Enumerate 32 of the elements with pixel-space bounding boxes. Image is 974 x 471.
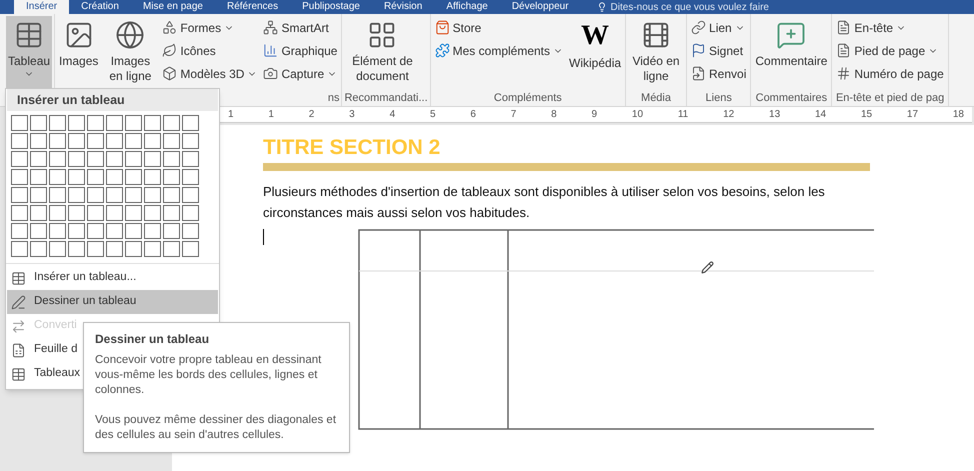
ruler-number: 1 — [228, 108, 234, 122]
ruler-number: 6 — [470, 108, 476, 122]
tooltip-text: Concevoir votre propre tableau en dessinant vous-même les bords des cellules, lignes et colonnes. — [95, 353, 322, 398]
ruler-number: 12 — [723, 108, 734, 122]
ruler-number: 3 — [349, 108, 355, 122]
ruler-number: 15 — [860, 108, 872, 122]
group-label: Recommandati... — [344, 92, 428, 104]
ruler-number: 11 — [678, 108, 688, 122]
ruler-number: 7 — [510, 108, 516, 122]
ruler-number: 18 — [952, 108, 964, 122]
ruler-number: 1 — [268, 108, 274, 122]
menu-title: Insérer un tableau — [7, 89, 218, 111]
group-label: En-tête et pied de pag — [836, 92, 944, 104]
ruler-number: 5 — [430, 108, 436, 122]
ruler-number: 8 — [551, 108, 557, 122]
body-paragraph: Plusieurs méthodes d'insertion de tableaux sont disponibles à utiliser selon vos besoins, selon les circonstances mais aussi selon vos habitudes. — [263, 183, 826, 222]
group-label: Commentaires — [756, 92, 828, 104]
section-heading: TITRE SECTION 2 — [263, 135, 442, 161]
ruler-number: 10 — [632, 108, 644, 122]
ruler-number: 9 — [592, 108, 598, 122]
ruler-number: 14 — [814, 108, 826, 122]
group-label: Compléments — [494, 92, 562, 104]
group-label: ns — [328, 92, 340, 104]
group-label: Média — [641, 92, 671, 104]
tooltip-title: Dessiner un tableau — [95, 331, 210, 348]
wiki-logo-icon: W — [581, 20, 610, 52]
tooltip-text: Vous pouvez même dessiner des diagonales et des cellules au sein d'autres cellules. — [95, 413, 338, 443]
ruler-number: 4 — [390, 108, 396, 122]
ruler-number: 13 — [769, 108, 780, 122]
ruler-number: 17 — [906, 108, 918, 122]
ruler-number: 2 — [308, 108, 314, 122]
group-label: Liens — [706, 92, 732, 104]
